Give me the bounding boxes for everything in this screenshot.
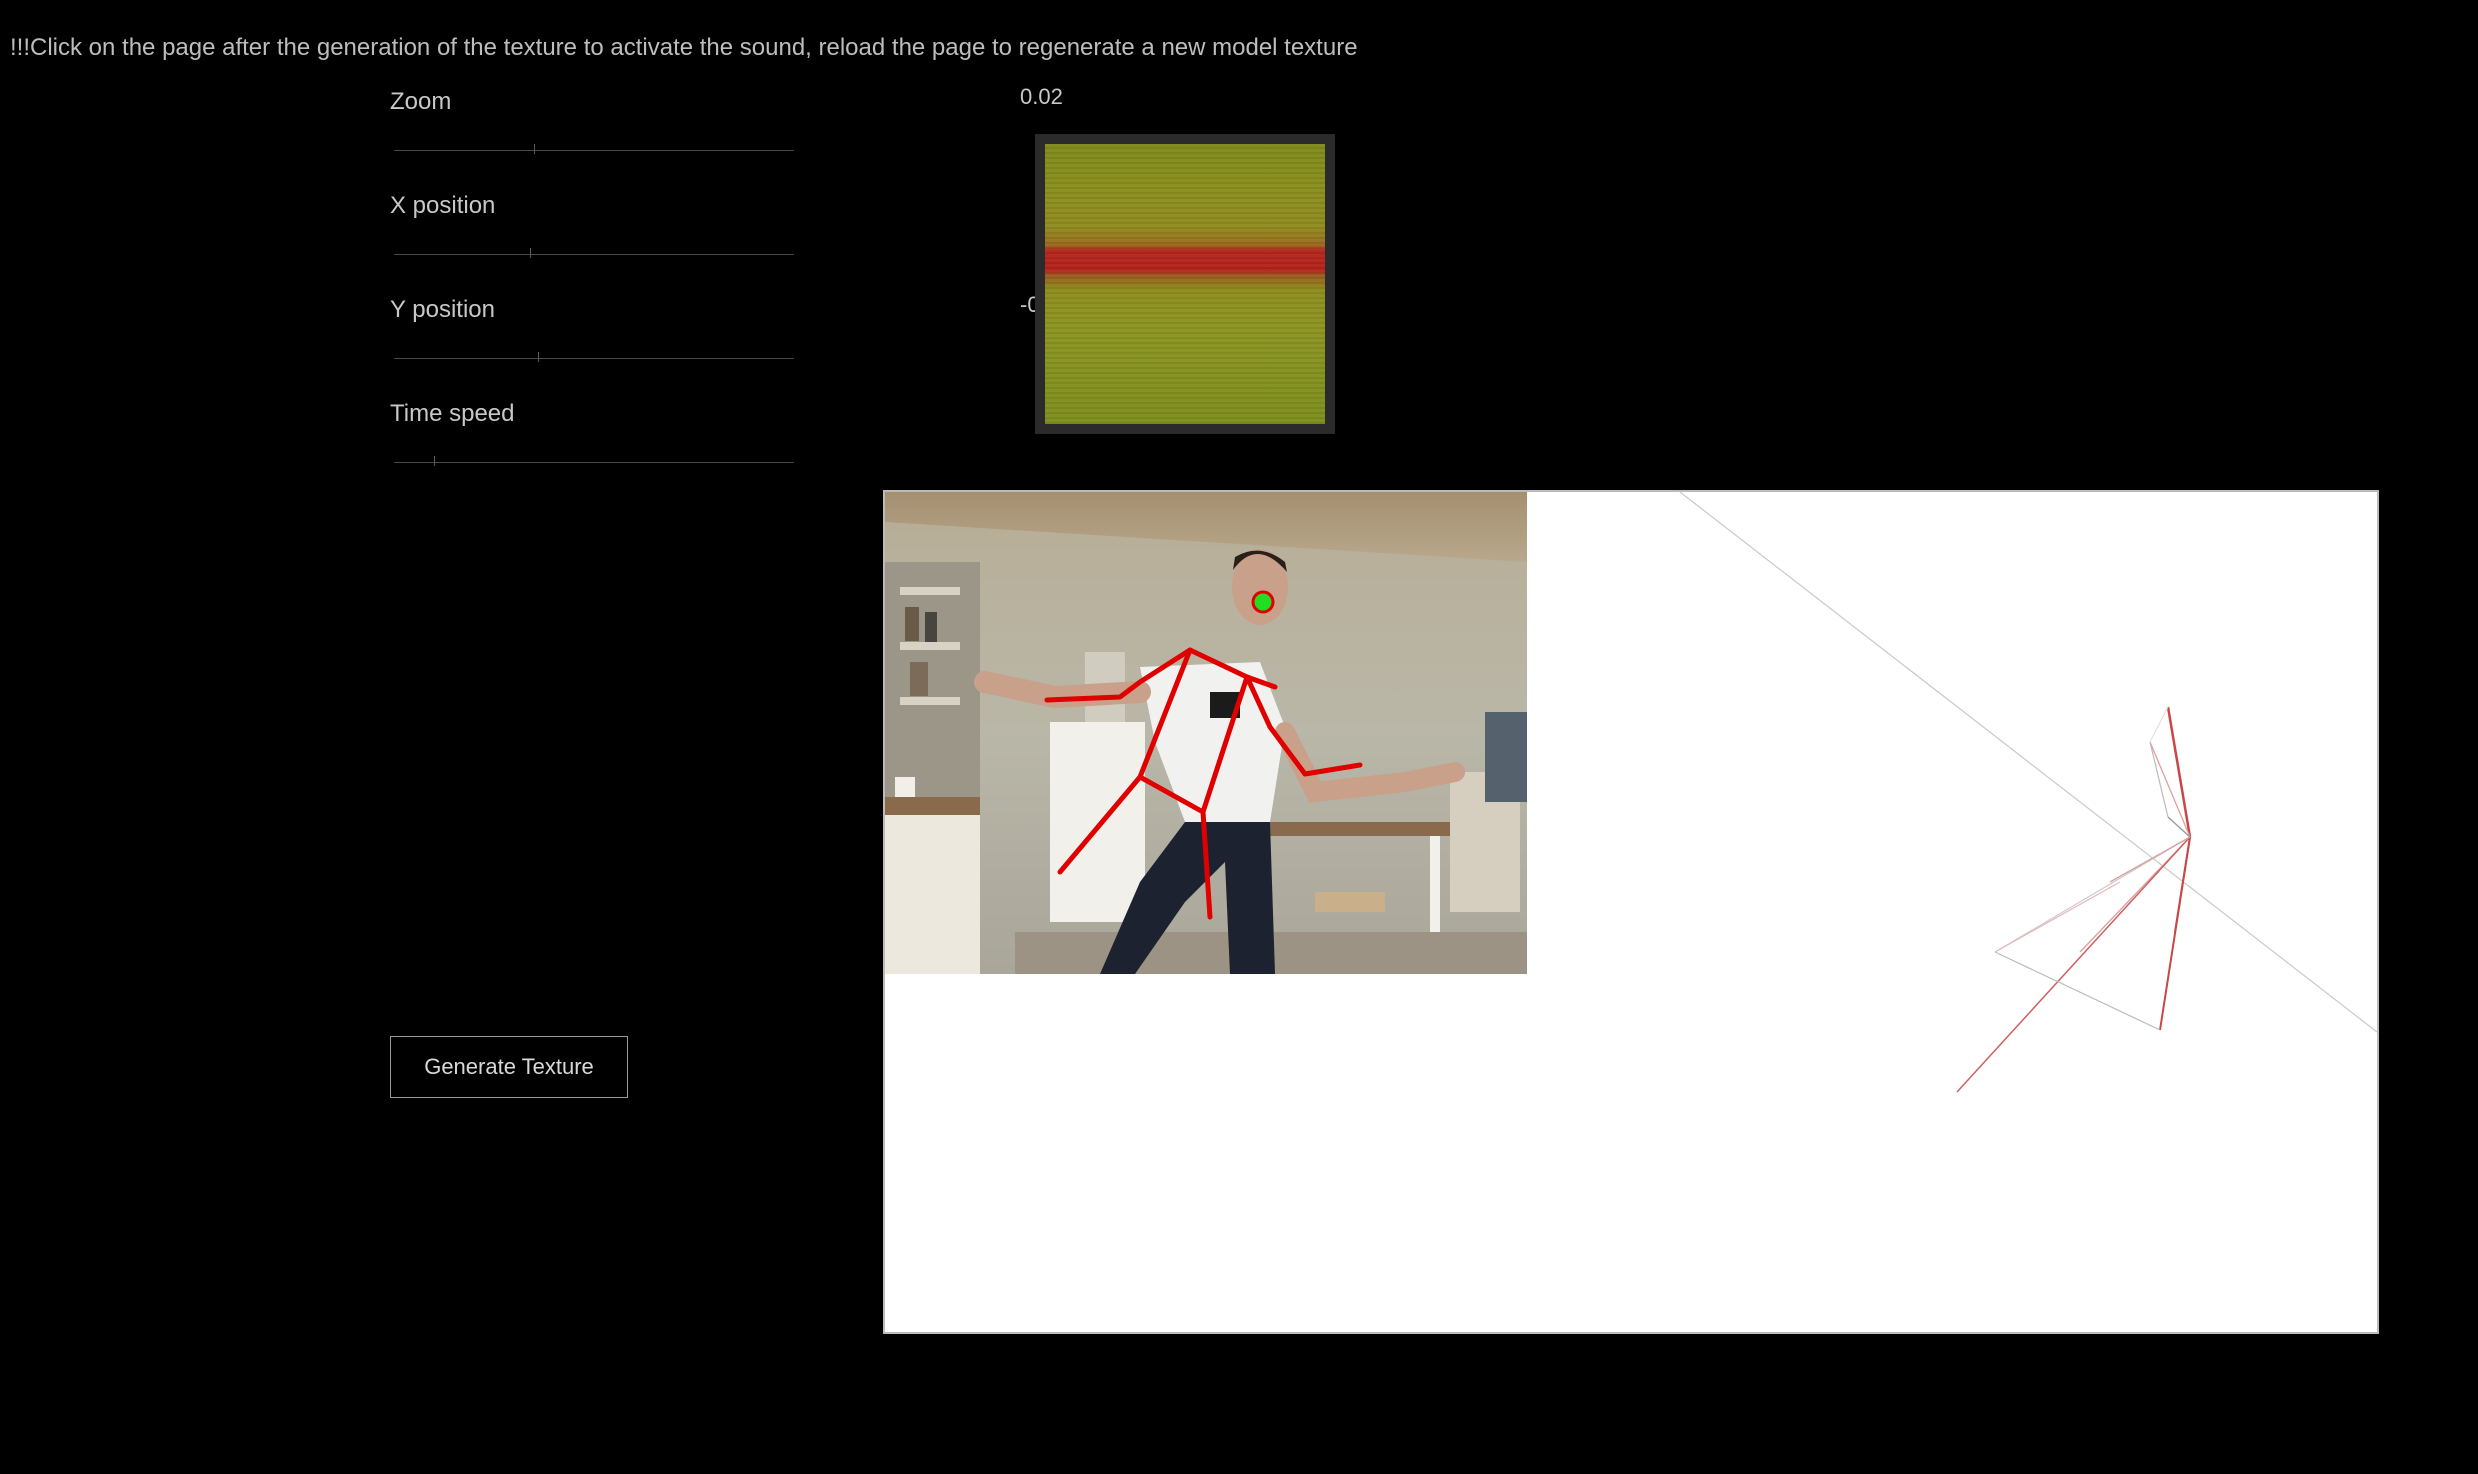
zoom-slider-thumb[interactable] bbox=[534, 144, 535, 154]
instruction-notice: !!!Click on the page after the generatio… bbox=[10, 34, 1358, 61]
zoom-slider-track[interactable] bbox=[394, 150, 794, 151]
wireframe-guide-line bbox=[1679, 492, 2377, 1033]
render-canvas[interactable] bbox=[883, 490, 2379, 1334]
y-position-label: Y position bbox=[390, 296, 495, 323]
x-position-slider[interactable] bbox=[394, 248, 794, 260]
control-panel: Zoom X position Y position Time speed bbox=[390, 88, 800, 504]
time-speed-slider[interactable] bbox=[394, 456, 794, 468]
texture-preview-frame bbox=[1035, 134, 1335, 434]
y-position-slider[interactable] bbox=[394, 352, 794, 364]
3d-wireframe-model bbox=[1679, 492, 2377, 1093]
texture-top-value: 0.02 bbox=[1020, 84, 1063, 109]
x-position-slider-track[interactable] bbox=[394, 254, 794, 255]
x-position-slider-thumb[interactable] bbox=[530, 248, 531, 258]
zoom-slider[interactable] bbox=[394, 144, 794, 156]
x-position-label: X position bbox=[390, 192, 496, 219]
time-speed-slider-thumb[interactable] bbox=[434, 456, 435, 466]
generated-texture-canvas bbox=[1045, 144, 1325, 424]
generate-texture-button[interactable]: Generate Texture bbox=[390, 1036, 628, 1098]
y-position-control: Y position bbox=[390, 296, 800, 400]
time-speed-slider-track[interactable] bbox=[394, 462, 794, 463]
zoom-label: Zoom bbox=[390, 88, 452, 115]
y-position-slider-thumb[interactable] bbox=[538, 352, 539, 362]
time-speed-label: Time speed bbox=[390, 400, 515, 427]
x-position-control: X position bbox=[390, 192, 800, 296]
zoom-control: Zoom bbox=[390, 88, 800, 192]
y-position-slider-track[interactable] bbox=[394, 358, 794, 359]
time-speed-control: Time speed bbox=[390, 400, 800, 504]
